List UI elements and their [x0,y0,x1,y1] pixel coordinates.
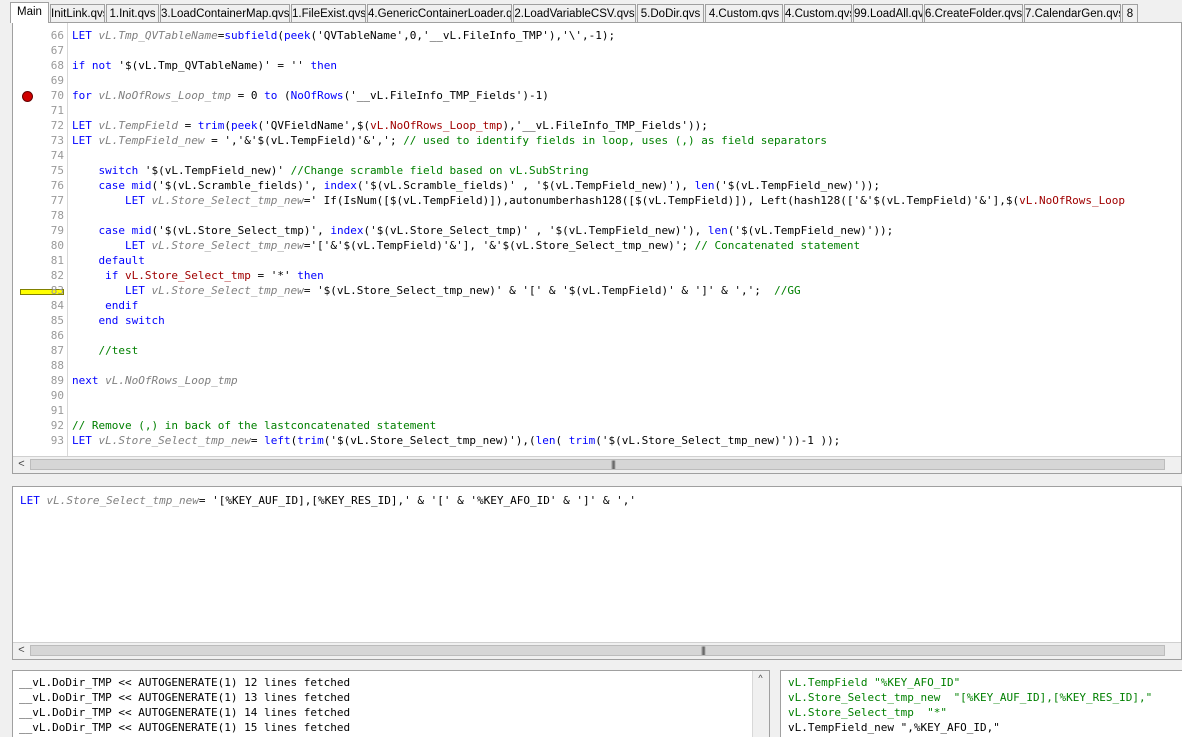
code-line[interactable]: LET vL.TempField = trim(peek('QVFieldNam… [72,118,708,133]
code-line[interactable]: LET vL.Store_Select_tmp_new='['&'$(vL.Te… [72,238,860,253]
code-line[interactable]: case mid('$(vL.Store_Select_tmp)', index… [72,223,894,238]
line-number: 68 [50,59,64,72]
expression-panel[interactable]: LET vL.Store_Select_tmp_new= '[%KEY_AUF_… [12,486,1182,660]
code-line[interactable]: default [72,253,145,268]
log-output-panel[interactable]: __vL.DoDir_TMP << AUTOGENERATE(1) 12 lin… [12,670,770,737]
line-number: 77 [50,194,64,207]
line-number: 93 [50,434,64,447]
code-line[interactable]: switch '$(vL.TempField_new)' //Change sc… [72,163,589,178]
code-line[interactable]: // Remove (,) in back of the lastconcate… [72,418,436,433]
tab-9[interactable]: 4.Custom.qvs [784,4,852,22]
expression-horizontal-scrollbar[interactable]: < ||| [13,642,1181,659]
code-line[interactable]: if not '$(vL.Tmp_QVTableName)' = '' then [72,58,337,73]
scrollbar-thumb[interactable]: ||| [30,459,1165,470]
code-line[interactable]: LET vL.TempField_new = ','&'$(vL.TempFie… [72,133,827,148]
code-line[interactable]: case mid('$(vL.Scramble_fields)', index(… [72,178,881,193]
tab-3[interactable]: 3.LoadContainerMap.qvs [160,4,290,22]
code-line[interactable]: if vL.Store_Select_tmp = '*' then [72,268,324,283]
code-line[interactable]: LET vL.Store_Select_tmp_new= left(trim('… [72,433,840,448]
line-number: 72 [50,119,64,132]
line-number: 66 [50,29,64,42]
code-line[interactable]: for vL.NoOfRows_Loop_tmp = 0 to (NoOfRow… [72,88,549,103]
code-line[interactable]: end switch [72,313,165,328]
tab-12[interactable]: 7.CalendarGen.qvs [1024,4,1121,22]
line-number: 88 [50,359,64,372]
code-area[interactable]: LET vL.Tmp_QVTableName=subfield(peek('QV… [72,23,1181,456]
tab-6[interactable]: 2.LoadVariableCSV.qvs [513,4,636,22]
code-line[interactable]: endif [72,298,138,313]
line-number: 75 [50,164,64,177]
line-number: 91 [50,404,64,417]
tab-5[interactable]: 4.GenericContainerLoader.qvs [367,4,512,22]
scroll-left-arrow-icon[interactable]: < [15,644,28,657]
tab-0[interactable]: Main [10,2,49,23]
log-line: __vL.DoDir_TMP << AUTOGENERATE(1) 14 lin… [19,706,351,719]
line-number: 71 [50,104,64,117]
line-number: 70 [50,89,64,102]
line-number: 78 [50,209,64,222]
code-line[interactable]: LET vL.Store_Select_tmp_new=' If(IsNum([… [72,193,1125,208]
script-tab-bar: Main InitLink.qvs 1.Init.qvs 3.LoadContaine… [0,0,1182,23]
line-number: 89 [50,374,64,387]
scroll-left-arrow-icon[interactable]: < [15,458,28,471]
line-number: 79 [50,224,64,237]
tab-2[interactable]: 1.Init.qvs [106,4,159,22]
variable-row: vL.Store_Select_tmp "*" [788,706,947,719]
scrollbar-thumb[interactable]: ||| [30,645,1165,656]
code-line[interactable]: next vL.NoOfRows_Loop_tmp [72,373,238,388]
line-number: 82 [50,269,64,282]
script-editor[interactable]: 66 67 68 69 70 71 72 73 74 75 76 77 78 79 80 81 82 83 84 85… [12,22,1182,474]
line-number: 92 [50,419,64,432]
line-number: 81 [50,254,64,267]
line-number: 90 [50,389,64,402]
variable-row: vL.TempField_new ",%KEY_AFO_ID," [788,721,1000,734]
tab-1[interactable]: InitLink.qvs [50,4,105,22]
editor-horizontal-scrollbar[interactable]: < ||| [13,456,1181,473]
line-number: 86 [50,329,64,342]
line-number: 73 [50,134,64,147]
line-number: 85 [50,314,64,327]
variables-panel[interactable]: vL.TempField "%KEY_AFO_ID" vL.Store_Selec… [780,670,1182,737]
variable-row: vL.TempField "%KEY_AFO_ID" [788,676,961,689]
tab-4[interactable]: 1.FileExist.qvs [291,4,366,22]
scroll-up-arrow-icon[interactable]: ^ [754,672,767,685]
line-number: 87 [50,344,64,357]
tab-10[interactable]: 99.LoadAll.qvs [853,4,923,22]
log-line: __vL.DoDir_TMP << AUTOGENERATE(1) 12 lin… [19,676,351,689]
line-number: 76 [50,179,64,192]
log-vertical-scrollbar[interactable]: ^ [752,671,769,737]
code-line[interactable]: LET vL.Tmp_QVTableName=subfield(peek('QV… [72,28,615,43]
line-number: 83 [50,284,64,297]
scrollbar-grip-icon: ||| [610,459,616,469]
line-number: 69 [50,74,64,87]
gutter-separator [67,23,68,456]
line-number: 80 [50,239,64,252]
log-line: __vL.DoDir_TMP << AUTOGENERATE(1) 15 lin… [19,721,351,734]
scrollbar-grip-icon: ||| [700,645,706,655]
line-number-gutter[interactable]: 66 67 68 69 70 71 72 73 74 75 76 77 78 79 80 81 82 83 84 85… [13,23,69,456]
tab-13[interactable]: 8 [1122,4,1138,22]
tab-11[interactable]: 6.CreateFolder.qvs [924,4,1023,22]
evaluated-expression: LET vL.Store_Select_tmp_new= '[%KEY_AUF_… [20,494,636,507]
variable-row: vL.Store_Select_tmp_new "[%KEY_AUF_ID],[… [788,691,1153,704]
code-line[interactable]: LET vL.Store_Select_tmp_new= '$(vL.Store… [72,283,801,298]
tab-7[interactable]: 5.DoDir.qvs [637,4,704,22]
line-number: 84 [50,299,64,312]
log-line: __vL.DoDir_TMP << AUTOGENERATE(1) 13 lin… [19,691,351,704]
line-number: 74 [50,149,64,162]
code-line[interactable]: //test [72,343,139,358]
tab-8[interactable]: 4.Custom.qvs [705,4,783,22]
line-number: 67 [50,44,64,57]
